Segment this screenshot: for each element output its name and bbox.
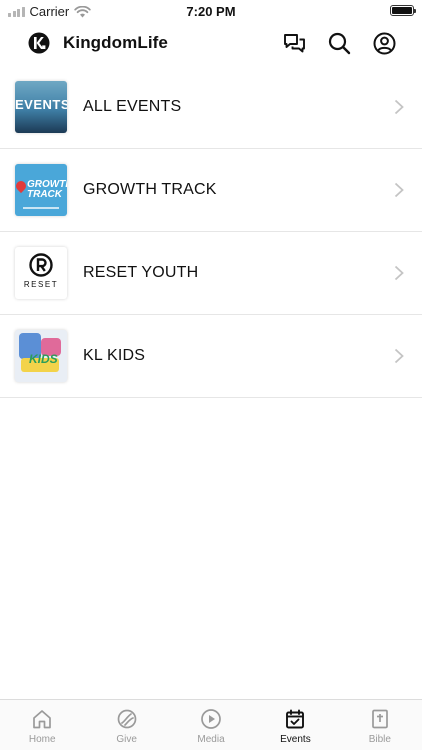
play-icon: [201, 709, 221, 729]
reset-thumb-text: RESET: [23, 280, 59, 289]
search-button[interactable]: [328, 32, 351, 55]
event-row-all-events[interactable]: EVENTS ALL EVENTS: [0, 66, 422, 149]
event-row-label: KL KIDS: [83, 347, 146, 364]
status-time: 7:20 PM: [186, 4, 236, 19]
status-bar: Carrier 7:20 PM: [0, 0, 422, 22]
give-icon: [117, 709, 136, 729]
app-title: KingdomLife: [63, 33, 168, 52]
chat-button[interactable]: [283, 32, 306, 55]
calendar-icon: [286, 709, 305, 729]
search-icon: [328, 32, 351, 55]
kids-thumb-text: KIDS: [29, 352, 58, 366]
growth-track-thumbnail: GROWTH TRACK: [15, 164, 67, 216]
kl-kids-thumbnail: KIDS: [15, 330, 67, 382]
tab-label: Bible: [368, 734, 391, 745]
thumb-underline: [23, 207, 59, 209]
event-row-label: ALL EVENTS: [83, 98, 182, 115]
battery-icon: [390, 5, 416, 16]
tab-label: Media: [197, 734, 225, 745]
tab-bar: Home Give Media Events Bible: [0, 699, 422, 750]
event-row-label: GROWTH TRACK: [83, 181, 217, 198]
tab-bible[interactable]: Bible: [338, 700, 422, 750]
home-icon: [33, 710, 52, 729]
tab-events[interactable]: Events: [253, 700, 337, 750]
tab-label: Give: [116, 734, 137, 745]
event-row-growth-track[interactable]: GROWTH TRACK GROWTH TRACK: [0, 149, 422, 232]
reset-logo-icon: [29, 253, 53, 277]
event-row-kl-kids[interactable]: KIDS KL KIDS: [0, 315, 422, 398]
tab-label: Home: [28, 734, 56, 745]
growth-thumb-text-2: TRACK: [27, 189, 62, 200]
event-row-reset-youth[interactable]: RESET RESET YOUTH: [0, 232, 422, 315]
events-list: EVENTS ALL EVENTS GROWTH TRACK GROWTH TR…: [0, 66, 422, 398]
tab-label: Events: [280, 734, 311, 745]
bible-icon: [371, 709, 388, 729]
chevron-right-icon: [394, 265, 404, 281]
reset-youth-thumbnail: RESET: [15, 247, 67, 299]
chevron-right-icon: [394, 348, 404, 364]
chat-icon: [284, 34, 305, 53]
all-events-thumb-text: EVENTS: [15, 97, 67, 112]
header-actions: [283, 32, 396, 55]
brand: KingdomLife: [28, 32, 168, 54]
tab-give[interactable]: Give: [84, 700, 168, 750]
app-header: KingdomLife: [0, 22, 422, 66]
tab-media[interactable]: Media: [169, 700, 253, 750]
chevron-right-icon: [394, 99, 404, 115]
all-events-thumbnail: EVENTS: [15, 81, 67, 133]
event-row-label: RESET YOUTH: [83, 264, 199, 281]
profile-icon: [373, 32, 396, 55]
profile-button[interactable]: [373, 32, 396, 55]
chevron-right-icon: [394, 182, 404, 198]
kl-logo-icon: [28, 32, 50, 54]
tab-home[interactable]: Home: [0, 700, 84, 750]
